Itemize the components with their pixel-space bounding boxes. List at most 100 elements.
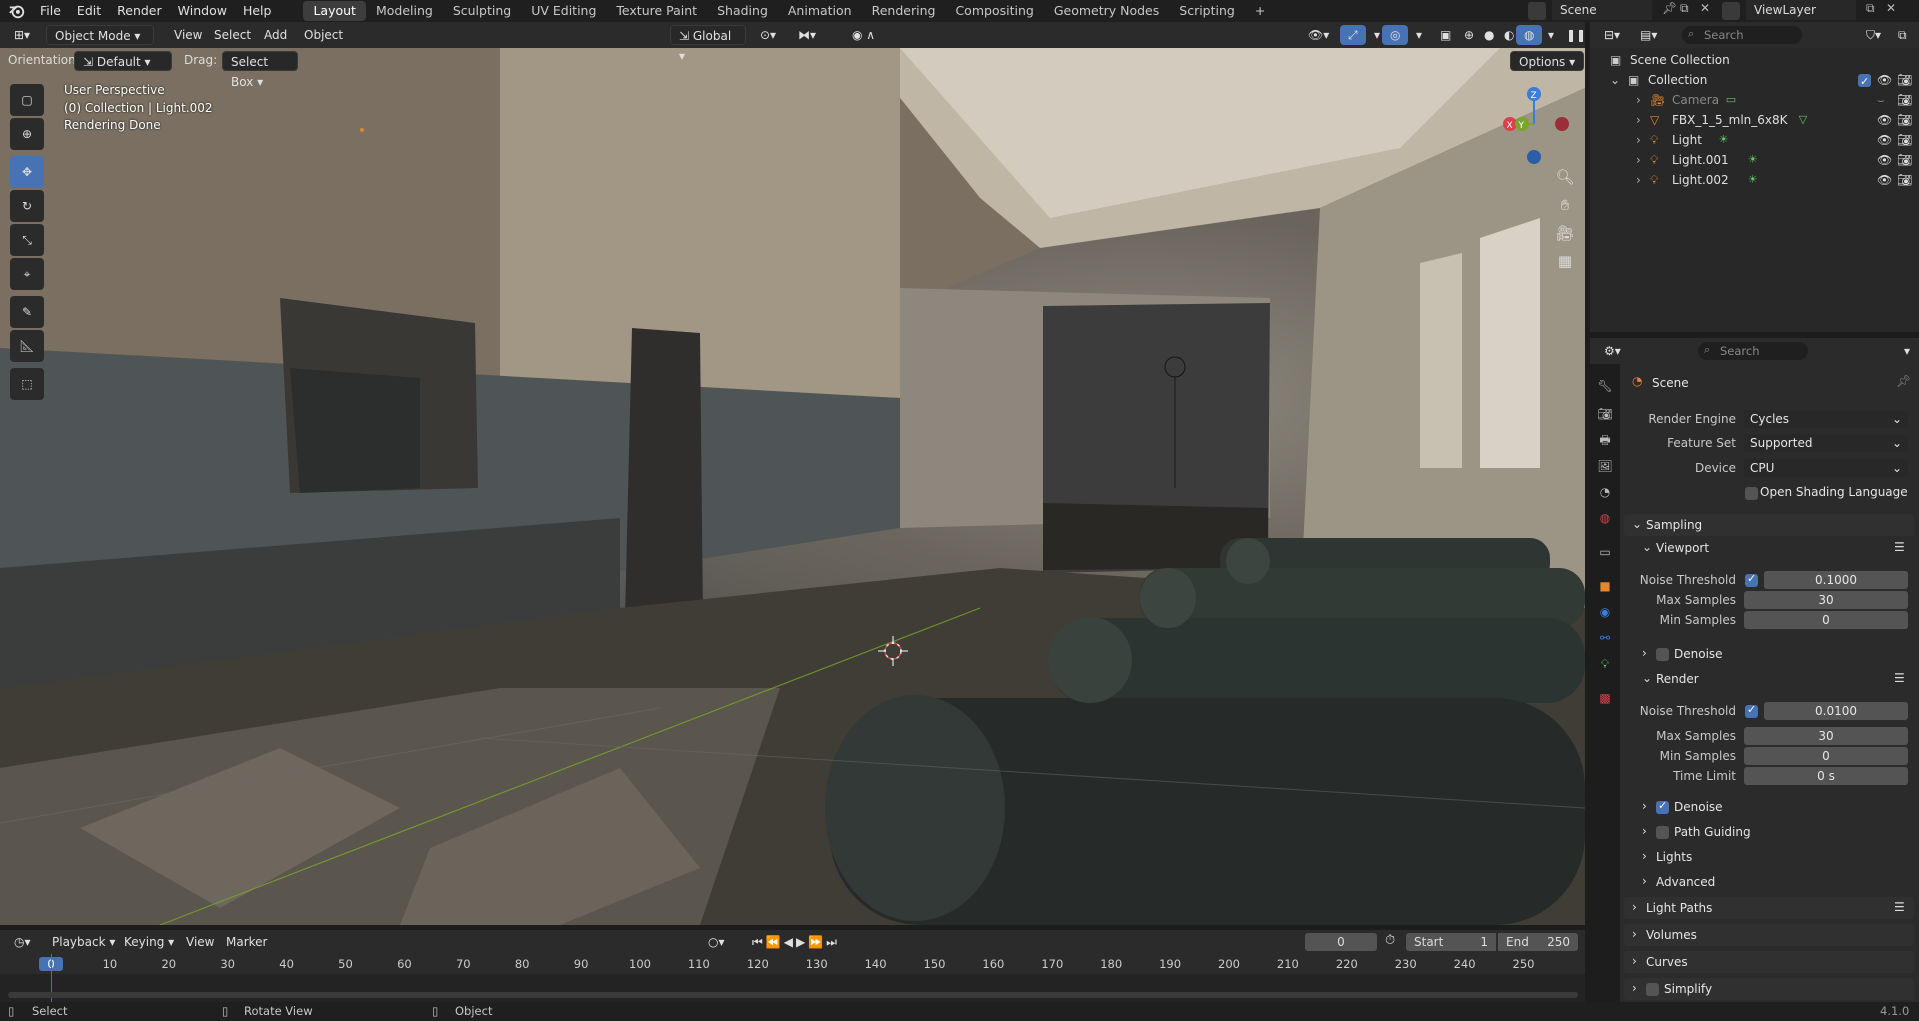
camera-render-icon[interactable]: 📷︎ [1897, 150, 1912, 170]
pivot-point-icon[interactable]: ⊙▾ [752, 25, 784, 45]
display-mode-icon[interactable]: ▤▾ [1632, 25, 1665, 45]
outliner-collection[interactable]: ⌄ ▣ Collection 👁︎ 📷︎ [1590, 70, 1919, 92]
visibility-icon[interactable]: 👁︎▾ [1300, 25, 1337, 45]
pin-icon[interactable]: 📌︎ [1896, 374, 1911, 388]
viewport-menu-select[interactable]: Select [206, 25, 259, 45]
lights-subsection[interactable]: › Lights [1638, 847, 1914, 867]
playback-controls[interactable]: ⏮⏪◀▶⏩⏭ [744, 932, 848, 952]
light-data-icon[interactable]: ☀ [1719, 130, 1729, 150]
object-tab-icon[interactable]: ■ [1597, 578, 1613, 594]
scene-selector-icon[interactable] [1528, 2, 1546, 20]
menu-render[interactable]: Render [109, 0, 170, 22]
gizmo-toggle-icon[interactable]: ⤢ [1340, 25, 1366, 45]
menu-window[interactable]: Window [170, 0, 235, 22]
presets-list-icon[interactable]: ☰ [1894, 540, 1905, 554]
expand-arrow-icon[interactable]: › [1636, 150, 1641, 170]
pan-hand-icon[interactable]: ✋︎ [1552, 196, 1578, 224]
path-guiding-checkbox[interactable] [1656, 826, 1669, 839]
viewport-noise-threshold-checkbox[interactable] [1745, 572, 1758, 587]
zoom-icon[interactable]: 🔍︎ [1552, 168, 1578, 196]
timeline-menu-view[interactable]: View [178, 932, 222, 952]
eye-icon[interactable]: 👁︎ [1877, 130, 1892, 150]
options-dropdown[interactable]: Options ▾ [1510, 51, 1585, 71]
workspace-tab-shading[interactable]: Shading [707, 1, 778, 21]
3d-viewport[interactable] [0, 48, 1585, 925]
viewport-min-samples-field[interactable]: 0 [1744, 611, 1908, 629]
measure-icon[interactable]: 📐︎ [10, 330, 44, 362]
light-paths-presets-icon[interactable]: ☰ [1894, 900, 1905, 914]
annotate-icon[interactable]: ✎ [10, 296, 44, 328]
mode-dropdown[interactable]: Object Mode ▾ [46, 25, 154, 45]
delete-view-layer-icon[interactable]: ✕ [1886, 1, 1896, 15]
render-denoise-checkbox[interactable] [1656, 799, 1669, 814]
navigation-gizmo[interactable]: Z X Y [1496, 82, 1576, 172]
workspace-tab-compositing[interactable]: Compositing [945, 1, 1043, 21]
menu-help[interactable]: Help [235, 0, 280, 22]
camera-view-icon[interactable]: 🎥︎ [1552, 224, 1578, 252]
eye-icon[interactable]: 👁︎ [1877, 150, 1892, 170]
path-guiding-subsection[interactable]: › Path Guiding [1638, 822, 1914, 842]
collapse-arrow-icon[interactable]: ⌄ [1610, 70, 1620, 90]
osl-checkbox[interactable] [1745, 487, 1758, 500]
ortho-grid-icon[interactable]: ▦ [1552, 252, 1578, 280]
viewport-noise-threshold-field[interactable]: 0.1000 [1764, 571, 1908, 589]
outliner-item[interactable]: › ▽ FBX_1_5_mln_6x8K ▽ 👁︎ 📷︎ [1590, 110, 1919, 130]
move-icon[interactable]: ✥ [10, 156, 44, 188]
camera-render-icon[interactable]: 📷︎ [1897, 90, 1912, 110]
select-box-icon[interactable]: ▢ [10, 84, 44, 116]
timeline-menu-keying[interactable]: Keying ▾ [116, 932, 182, 952]
blender-logo-icon[interactable] [8, 2, 26, 20]
viewport-denoise-subsection[interactable]: › Denoise [1638, 644, 1914, 664]
collection-exclude-checkbox[interactable] [1858, 72, 1871, 92]
timeline-ruler[interactable]: 0102030405060708090100110120130140150160… [0, 954, 1585, 1002]
rotate-icon[interactable]: ↻ [10, 190, 44, 222]
snap-icon[interactable]: ⧓▾ [790, 25, 824, 45]
viewport-denoise-checkbox[interactable] [1656, 648, 1669, 661]
outliner-search-input[interactable]: Search [1682, 26, 1802, 44]
workspace-tab-texture-paint[interactable]: Texture Paint [606, 1, 707, 21]
editor-type-icon[interactable]: ⊞▾ [6, 25, 38, 45]
outliner-editor-icon[interactable]: ⊟▾ [1596, 25, 1628, 45]
outliner-item[interactable]: › 💡︎ Light.002 ☀ 👁︎ 📷︎ [1590, 170, 1919, 190]
shading-rendered-icon[interactable]: ◍ [1516, 25, 1543, 45]
render-min-samples-field[interactable]: 0 [1744, 747, 1908, 765]
workspace-tab-rendering[interactable]: Rendering [862, 1, 946, 21]
scale-icon[interactable]: ⤡ [10, 224, 44, 256]
delete-scene-icon[interactable]: ✕ [1700, 1, 1710, 15]
render-subsection-header[interactable]: ⌄ Render ☰ [1638, 669, 1914, 689]
light-paths-section-header[interactable]: › Light Paths ☰ [1624, 897, 1914, 919]
simplify-checkbox[interactable] [1646, 983, 1659, 996]
feature-set-dropdown[interactable]: Supported ⌄ [1744, 434, 1908, 452]
output-tab-icon[interactable]: 🖶︎ [1597, 432, 1613, 448]
overlays-toggle-icon[interactable]: ◎ [1382, 25, 1409, 45]
properties-options-icon[interactable]: ▾ [1896, 341, 1918, 361]
render-max-samples-field[interactable]: 30 [1744, 727, 1908, 745]
end-frame-field[interactable]: End 250 [1498, 933, 1578, 951]
mesh-data-icon[interactable]: ▽ [1799, 110, 1807, 130]
world-tab-icon[interactable]: ◍ [1597, 510, 1613, 526]
camera-render-icon[interactable]: 📷︎ [1897, 70, 1912, 90]
eye-icon[interactable]: 👁︎ [1877, 170, 1892, 190]
workspace-tab-layout[interactable]: Layout [303, 1, 366, 21]
workspace-tab-animation[interactable]: Animation [778, 1, 862, 21]
expand-arrow-icon[interactable]: › [1636, 110, 1641, 130]
camera-data-icon[interactable]: ▭ [1726, 90, 1736, 110]
texture-tab-icon[interactable]: ▩ [1597, 690, 1613, 706]
properties-editor-icon[interactable]: ⚙▾ [1596, 341, 1629, 361]
current-frame-field[interactable]: 0 [1305, 933, 1377, 951]
curves-section-header[interactable]: › Curves [1624, 951, 1914, 973]
menu-edit[interactable]: Edit [69, 0, 109, 22]
add-cube-icon[interactable]: ⬚ [10, 368, 44, 400]
workspace-tab-geometry-nodes[interactable]: Geometry Nodes [1044, 1, 1169, 21]
render-denoise-subsection[interactable]: › Denoise [1638, 797, 1914, 817]
properties-search-input[interactable]: Search [1698, 342, 1808, 360]
volumes-section-header[interactable]: › Volumes [1624, 924, 1914, 946]
outliner-item[interactable]: › 💡︎ Light.001 ☀ 👁︎ 📷︎ [1590, 150, 1919, 170]
new-scene-icon[interactable]: ⧉ [1680, 1, 1689, 16]
viewport-max-samples-field[interactable]: 30 [1744, 591, 1908, 609]
eye-icon[interactable]: 👁︎ [1877, 110, 1892, 130]
light-data-icon[interactable]: ☀ [1748, 150, 1758, 170]
outliner-scene-collection[interactable]: ▣ Scene Collection [1590, 50, 1919, 70]
transform-icon[interactable]: ⌖ [10, 258, 44, 290]
drag-dropdown[interactable]: Select Box ▾ [222, 51, 298, 89]
